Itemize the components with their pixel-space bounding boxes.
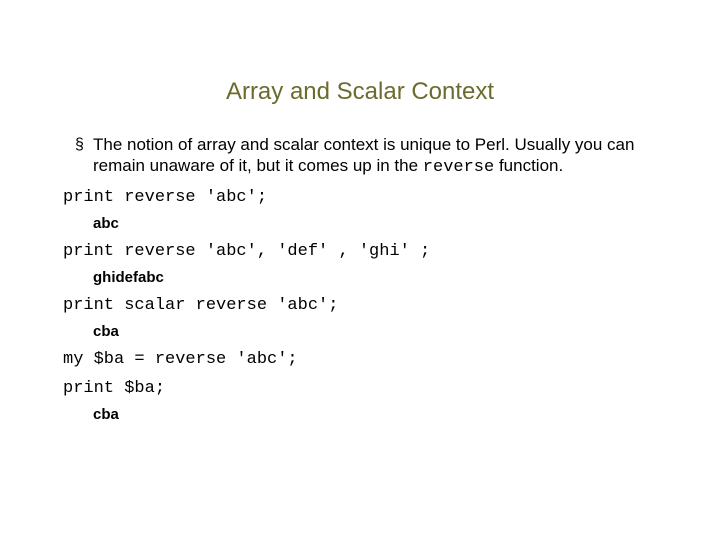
bullet-glyph: § — [75, 134, 93, 155]
bullet-code-word: reverse — [423, 158, 494, 177]
output-3: cba — [93, 323, 660, 340]
code-line-2: print reverse 'abc', 'def' , 'ghi' ; — [63, 242, 660, 261]
code-line-3: print scalar reverse 'abc'; — [63, 296, 660, 315]
bullet-text-post: function. — [494, 156, 563, 175]
slide-content: § The notion of array and scalar context… — [0, 134, 720, 423]
code-line-1: print reverse 'abc'; — [63, 188, 660, 207]
output-5: cba — [93, 406, 660, 423]
bullet-text: The notion of array and scalar context i… — [93, 134, 660, 178]
code-line-5: print $ba; — [63, 379, 660, 398]
output-1: abc — [93, 215, 660, 232]
output-2: ghidefabc — [93, 269, 660, 286]
slide: Array and Scalar Context § The notion of… — [0, 0, 720, 540]
slide-title: Array and Scalar Context — [0, 0, 720, 134]
code-line-4: my $ba = reverse 'abc'; — [63, 350, 660, 369]
bullet-item: § The notion of array and scalar context… — [75, 134, 660, 178]
